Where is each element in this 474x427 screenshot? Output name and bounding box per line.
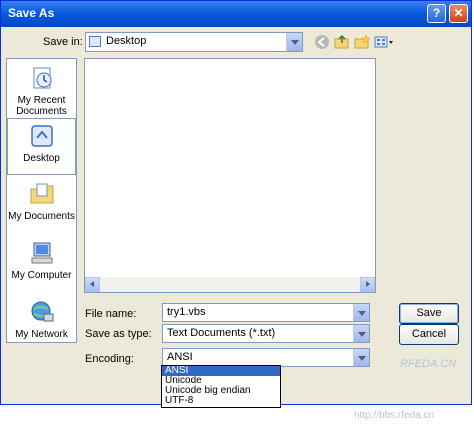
chevron-down-icon[interactable] (353, 325, 369, 342)
desktop-small-icon (89, 36, 101, 47)
back-icon (315, 35, 329, 49)
file-list[interactable] (84, 58, 376, 293)
up-folder-icon (334, 34, 349, 49)
place-my-computer[interactable]: My Computer (7, 240, 76, 281)
chevron-down-icon[interactable] (286, 33, 302, 51)
views-menu-button[interactable] (373, 33, 395, 51)
my-documents-icon (29, 181, 55, 207)
my-computer-icon (29, 240, 55, 266)
title-bar: Save As ? ✕ (1, 1, 471, 27)
scroll-left-icon[interactable] (85, 277, 100, 292)
help-button[interactable]: ? (427, 4, 446, 23)
my-network-icon (29, 299, 55, 325)
places-bar: My Recent Documents Desktop My Documents… (6, 58, 77, 343)
place-label: My Documents (8, 211, 75, 222)
desktop-icon (29, 123, 55, 149)
views-menu-icon (374, 36, 393, 48)
save-as-type-dropdown[interactable]: Text Documents (*.txt) (162, 324, 370, 343)
encoding-options-list[interactable]: ANSI Unicode Unicode big endian UTF-8 (161, 365, 281, 408)
save-as-dialog: Save As ? ✕ Save in: Desktop My Recent D… (0, 0, 472, 405)
new-folder-icon (354, 34, 371, 49)
file-name-value: try1.vbs (167, 306, 206, 318)
horizontal-scrollbar[interactable] (85, 277, 375, 292)
file-name-label: File name: (85, 308, 137, 320)
place-desktop[interactable]: Desktop (7, 118, 76, 175)
new-folder-button[interactable] (353, 33, 371, 51)
save-button[interactable]: Save (399, 303, 459, 324)
place-label: My Recent Documents (16, 95, 67, 117)
place-my-network[interactable]: My Network (7, 299, 76, 340)
close-button[interactable]: ✕ (449, 4, 468, 23)
help-icon: ? (432, 6, 441, 20)
up-folder-button[interactable] (333, 33, 351, 51)
close-icon: ✕ (453, 6, 464, 20)
chevron-down-icon[interactable] (353, 349, 369, 366)
place-my-recent-documents[interactable]: My Recent Documents (7, 65, 76, 117)
chevron-down-icon[interactable] (353, 304, 369, 321)
dialog-title: Save As (8, 6, 55, 20)
watermark-site: RFEDA.CN (400, 358, 457, 370)
save-in-label: Save in: (43, 36, 83, 48)
scroll-right-icon[interactable] (360, 277, 375, 292)
cancel-button[interactable]: Cancel (399, 324, 459, 345)
encoding-value: ANSI (167, 351, 193, 363)
save-in-value: Desktop (106, 35, 147, 47)
save-as-type-value: Text Documents (*.txt) (167, 327, 276, 339)
save-in-dropdown[interactable]: Desktop (85, 32, 303, 52)
place-label: Desktop (23, 153, 60, 164)
encoding-label: Encoding: (85, 353, 134, 365)
watermark-url: http://bbs.rfeda.cn (354, 410, 435, 421)
back-button[interactable] (313, 33, 331, 51)
place-my-documents[interactable]: My Documents (7, 181, 76, 222)
file-name-field[interactable]: try1.vbs (162, 303, 370, 322)
place-label: My Network (15, 329, 68, 340)
encoding-option-utf8[interactable]: UTF-8 (162, 396, 280, 406)
save-as-type-label: Save as type: (85, 328, 152, 340)
place-label: My Computer (11, 270, 72, 281)
recent-documents-icon (29, 65, 55, 91)
